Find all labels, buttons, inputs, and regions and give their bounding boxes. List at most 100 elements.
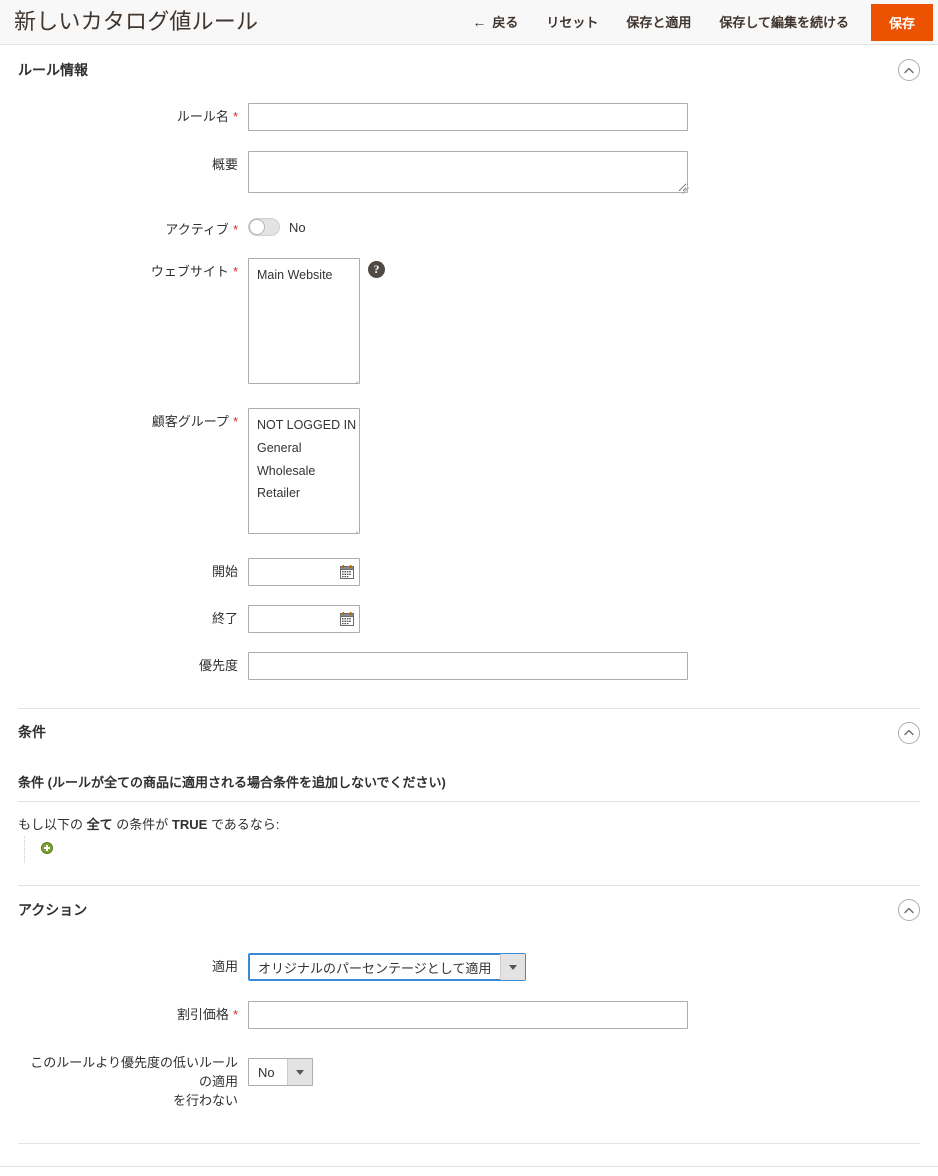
save-and-apply-label: 保存と適用 — [626, 14, 692, 30]
customer-groups-control: NOT LOGGED IN General Wholesale Retailer — [248, 407, 920, 534]
list-item[interactable]: Retailer — [249, 482, 359, 505]
from-date-control — [248, 557, 920, 586]
actions-body: 適用 オリジナルのパーセンテージとして適用 割引価格 * このルールより優先度の低… — [0, 935, 938, 1143]
conditions-intro-text: もし以下の 全て の条件が TRUE であるなら: — [18, 816, 920, 834]
priority-label: 優先度 — [18, 652, 248, 676]
websites-control: Main Website ? — [248, 257, 920, 384]
header-actions: ← 戻る リセット 保存と適用 保存して編集を続ける 保存 — [458, 0, 938, 45]
websites-row: Main Website ? — [248, 257, 920, 384]
active-label-text: アクティブ — [165, 222, 229, 237]
discard-subsequent-rules-select[interactable]: No — [248, 1058, 313, 1087]
from-date-input[interactable] — [249, 558, 335, 585]
add-condition-icon[interactable] — [41, 842, 53, 855]
rule-name-control — [248, 103, 920, 131]
rule-information-header: ルール情報 — [0, 45, 938, 95]
websites-label: ウェブサイト * — [18, 258, 248, 282]
active-toggle-knob — [249, 219, 265, 235]
from-date-label-text: 開始 — [211, 563, 238, 579]
customer-groups-label-text: 顧客グループ — [151, 413, 229, 429]
save-and-apply-button[interactable]: 保存と適用 — [612, 16, 705, 29]
field-row-discard-subsequent-rules: このルールより優先度の低いルールの適用 を行わない No — [18, 1049, 920, 1111]
active-toggle-wrap: No — [248, 216, 920, 236]
list-item[interactable]: General — [249, 437, 359, 460]
apply-label-text: 適用 — [211, 959, 238, 975]
to-date-control — [248, 604, 920, 633]
discount-amount-control — [248, 1001, 920, 1030]
conditions-value[interactable]: TRUE — [172, 817, 207, 832]
conditions-aggregator[interactable]: 全て — [87, 817, 113, 832]
websites-label-text: ウェブサイト — [150, 263, 229, 279]
actions-header: アクション — [0, 885, 938, 935]
resize-grip-icon — [348, 372, 358, 383]
discard-subsequent-rules-control: No — [248, 1049, 920, 1087]
from-date-label: 開始 — [18, 558, 248, 582]
page-header: 新しいカタログ値ルール ← 戻る リセット 保存と適用 保存して編集を続ける 保… — [0, 0, 938, 45]
discount-amount-label-text: 割引価格 — [176, 1007, 229, 1023]
from-date-wrapper — [248, 557, 360, 586]
chevron-up-circle-icon[interactable] — [898, 899, 920, 922]
apply-select-value: オリジナルのパーセンテージとして適用 — [258, 960, 492, 976]
websites-multiselect[interactable]: Main Website — [248, 257, 360, 384]
page-bottom-divider — [0, 1165, 938, 1167]
bottom-spacer — [0, 1144, 938, 1166]
arrow-left-icon: ← — [472, 14, 487, 30]
reset-button[interactable]: リセット — [532, 16, 612, 29]
customer-groups-label: 顧客グループ * — [18, 408, 248, 432]
discount-amount-input[interactable] — [248, 1001, 688, 1030]
back-button-label: 戻る — [492, 14, 519, 30]
reset-button-label: リセット — [546, 14, 599, 30]
websites-required-marker: * — [232, 263, 238, 279]
field-row-apply: 適用 オリジナルのパーセンテージとして適用 — [18, 953, 920, 982]
description-control — [248, 151, 920, 196]
field-row-rule-name: ルール名 * — [18, 103, 920, 131]
list-item[interactable]: Main Website — [249, 264, 359, 287]
chevron-down-icon[interactable] — [287, 1059, 312, 1086]
save-and-continue-label: 保存して編集を続ける — [719, 14, 849, 30]
field-row-description: 概要 — [18, 151, 920, 196]
calendar-icon[interactable] — [335, 559, 359, 585]
chevron-up-circle-icon[interactable] — [898, 59, 920, 81]
list-item[interactable]: Wholesale — [249, 460, 359, 483]
section-rule-information: ルール情報 ルール名 * 概要 アクティブ * No ウェブサイト * Main… — [0, 45, 938, 708]
back-button[interactable]: ← 戻る — [458, 15, 532, 29]
to-date-input[interactable] — [249, 605, 335, 632]
save-button-label: 保存 — [888, 15, 915, 31]
discount-amount-label: 割引価格 * — [18, 1001, 248, 1025]
active-toggle[interactable] — [248, 218, 280, 236]
active-control: No — [248, 216, 920, 236]
priority-input[interactable] — [248, 651, 688, 680]
field-row-websites: ウェブサイト * Main Website ? — [18, 257, 920, 384]
discount-amount-required-marker: * — [232, 1007, 238, 1023]
rule-name-input[interactable] — [248, 103, 688, 131]
description-label: 概要 — [18, 151, 248, 175]
discard-subsequent-rules-label-line1: このルールより優先度の低いルールの適用 — [30, 1055, 238, 1089]
save-button[interactable]: 保存 — [870, 3, 933, 41]
field-row-discount-amount: 割引価格 * — [18, 1001, 920, 1030]
conditions-title: 条件 — [18, 724, 46, 741]
description-textarea[interactable] — [248, 151, 688, 193]
apply-label: 適用 — [18, 953, 248, 977]
field-row-from-date: 開始 — [18, 557, 920, 586]
conditions-subheading: 条件 (ルールが全ての商品に適用される場合条件を追加しないでください) — [18, 774, 446, 790]
rule-information-title: ルール情報 — [18, 61, 88, 78]
discard-subsequent-rules-label-line2: を行わない — [172, 1092, 238, 1108]
question-mark-icon[interactable]: ? — [368, 260, 385, 278]
list-item[interactable]: NOT LOGGED IN — [249, 414, 359, 437]
rule-name-label: ルール名 * — [18, 103, 248, 127]
actions-title: アクション — [18, 901, 88, 918]
chevron-down-icon[interactable] — [500, 954, 526, 981]
chevron-up-circle-icon[interactable] — [898, 721, 920, 744]
calendar-icon[interactable] — [335, 606, 359, 632]
to-date-label-text: 終了 — [211, 610, 238, 626]
priority-label-text: 優先度 — [198, 657, 238, 673]
save-and-continue-edit-button[interactable]: 保存して編集を続ける — [705, 16, 863, 29]
apply-select[interactable]: オリジナルのパーセンテージとして適用 — [248, 953, 527, 982]
to-date-label: 終了 — [18, 605, 248, 629]
field-row-to-date: 終了 — [18, 604, 920, 633]
section-conditions: 条件 条件 (ルールが全ての商品に適用される場合条件を追加しないでください) も… — [0, 707, 938, 885]
conditions-header: 条件 — [0, 707, 938, 758]
customer-groups-multiselect[interactable]: NOT LOGGED IN General Wholesale Retailer — [248, 407, 360, 534]
active-toggle-state-label: No — [289, 219, 306, 235]
conditions-intro-suffix: であるなら: — [210, 816, 280, 832]
actions-bottom-divider — [18, 1142, 920, 1144]
